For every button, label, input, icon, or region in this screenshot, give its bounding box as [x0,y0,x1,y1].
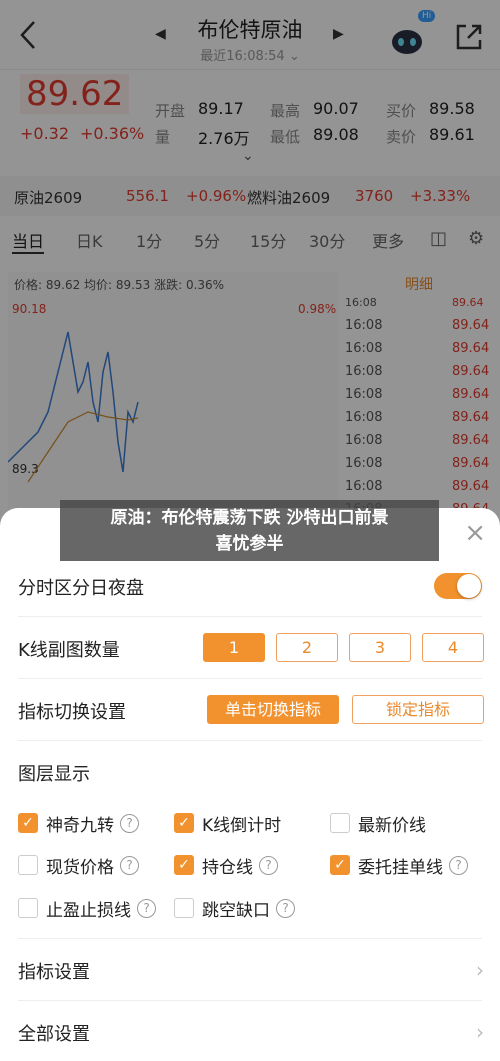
checkbox-unchecked-icon [330,813,350,833]
checkbox-label: 神奇九转 [46,815,114,836]
news-banner[interactable]: 原油：布伦特震荡下跌 沙特出口前景 喜忧参半 [60,500,439,561]
chevron-right-icon: › [476,958,484,982]
checkbox-spot-price[interactable]: 现货价格? [18,854,139,878]
quote-page: ◀ ▶ 布伦特原油 最近16:08:54 ⌄ Hi 89.62 +0.32 +0… [0,0,500,1061]
close-icon[interactable]: × [464,518,486,548]
checkbox-checked-icon: ✓ [174,855,194,875]
help-icon[interactable]: ? [137,898,156,918]
click-switch-indicator-button[interactable]: 单击切换指标 [207,695,339,724]
checkbox-order-line[interactable]: ✓ 委托挂单线? [330,854,468,878]
checkbox-label: 持仓线 [202,857,253,878]
layers-label: 图层显示 [18,764,90,785]
news-banner-line2: 喜忧参半 [215,534,284,554]
lock-indicator-button[interactable]: 锁定指标 [352,695,484,724]
divider [18,678,482,679]
checkbox-checked-icon: ✓ [174,813,194,833]
checkbox-unchecked-icon [174,898,194,918]
checkbox-checked-icon: ✓ [330,855,350,875]
chevron-right-icon: › [476,1020,484,1044]
help-icon[interactable]: ? [120,855,139,875]
news-banner-line1: 原油：布伦特震荡下跌 沙特出口前景 [110,508,389,528]
help-icon[interactable]: ? [276,898,295,918]
k-sub-option-3[interactable]: 3 [349,633,411,662]
checkbox-label: 委托挂单线 [358,857,443,878]
checkbox-magic-nine[interactable]: ✓ 神奇九转? [18,812,139,836]
k-sub-option-1[interactable]: 1 [203,633,265,662]
divider [18,740,482,741]
checkbox-unchecked-icon [18,898,38,918]
toggle-knob [457,574,481,598]
night-session-label: 分时区分日夜盘 [18,578,144,599]
indicator-switch-label: 指标切换设置 [18,702,126,723]
checkbox-label: 止盈止损线 [46,900,131,921]
checkbox-label: 现货价格 [46,857,114,878]
checkbox-take-profit-stop-loss[interactable]: 止盈止损线? [18,897,156,921]
checkbox-latest-price-line[interactable]: 最新价线 [330,812,426,836]
k-sub-option-2[interactable]: 2 [276,633,338,662]
chart-settings-sheet: × 分时区分日夜盘 K线副图数量 1 2 3 4 指标切换设置 单击切换指标 锁… [0,508,500,1061]
k-sub-option-4[interactable]: 4 [422,633,484,662]
help-icon[interactable]: ? [120,813,139,833]
checkbox-position-line[interactable]: ✓ 持仓线? [174,854,278,878]
checkbox-checked-icon: ✓ [18,813,38,833]
checkbox-gap[interactable]: 跳空缺口? [174,897,295,921]
divider [18,1000,482,1001]
divider [18,938,482,939]
all-settings-row[interactable]: 全部设置 [18,1020,90,1046]
checkbox-unchecked-icon [18,855,38,875]
help-icon[interactable]: ? [449,855,468,875]
k-sub-count-label: K线副图数量 [18,640,120,661]
checkbox-label: 最新价线 [358,815,426,836]
checkbox-label: K线倒计时 [202,815,282,836]
divider [18,616,482,617]
checkbox-label: 跳空缺口 [202,900,270,921]
night-session-toggle[interactable] [434,573,482,599]
indicator-settings-row[interactable]: 指标设置 [18,958,90,984]
checkbox-k-countdown[interactable]: ✓ K线倒计时 [174,812,282,836]
help-icon[interactable]: ? [259,855,278,875]
